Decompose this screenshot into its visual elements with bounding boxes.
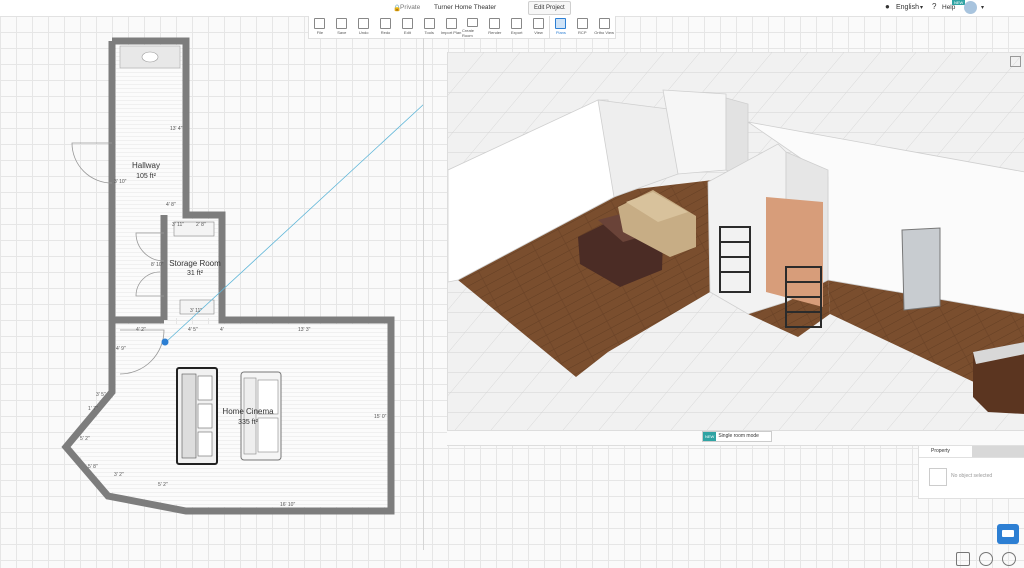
- room-name-storage: Storage Room: [169, 259, 221, 268]
- edit-project-button[interactable]: Edit Project: [528, 1, 571, 15]
- property-panel: Property No object selected: [918, 445, 1024, 499]
- zoom-out-icon[interactable]: [1002, 552, 1016, 566]
- 3d-render-canvas[interactable]: [448, 52, 1024, 430]
- toolbar-import-plan-button[interactable]: Import Plan: [440, 16, 462, 38]
- language-dropdown[interactable]: English: [896, 4, 919, 11]
- tab-secondary[interactable]: [972, 446, 1024, 457]
- export-icon: [511, 18, 523, 29]
- dim-label: 4' 2": [136, 327, 146, 333]
- single-room-mode-label: Single room mode: [718, 433, 759, 439]
- toolbar-export-button[interactable]: Export: [506, 16, 528, 38]
- toolbar-ortho-view-button[interactable]: Ortho View: [593, 16, 615, 38]
- tab-property[interactable]: Property: [919, 446, 972, 457]
- dim-label: 3' 11": [190, 308, 202, 314]
- expand-icon[interactable]: [1010, 56, 1021, 67]
- room-area-cinema: 335 ft²: [238, 419, 259, 426]
- dim-label: 8' 10": [151, 262, 164, 268]
- camera-marker-icon[interactable]: [161, 338, 169, 346]
- toolbar-render-button[interactable]: Render: [484, 16, 506, 38]
- object-thumbnail: [929, 468, 947, 486]
- rcp-icon: [576, 18, 588, 29]
- import-plan-icon: [445, 18, 457, 29]
- project-title: Turner Home Theater: [434, 4, 497, 11]
- tools-icon: [423, 18, 435, 29]
- sofa-dark[interactable]: [176, 367, 218, 465]
- dim-label: 1' 7": [88, 406, 98, 412]
- dim-label: 13' 4": [170, 126, 183, 132]
- dim-label: 16' 10": [280, 502, 295, 508]
- single-room-mode-button[interactable]: NEW Single room mode: [702, 431, 772, 442]
- zoom-in-icon[interactable]: [979, 552, 993, 566]
- plans-icon: [555, 18, 567, 29]
- panel-divider[interactable]: [423, 38, 424, 550]
- avatar[interactable]: [964, 1, 977, 14]
- dim-label: 13' 3": [298, 327, 311, 333]
- 3d-door[interactable]: [901, 227, 941, 311]
- sofa-light[interactable]: [240, 371, 282, 461]
- create-room-icon: [467, 18, 479, 27]
- view-icon: [533, 18, 545, 29]
- dim-label: 4' 9": [116, 346, 126, 352]
- dim-label: 3' 5": [96, 392, 106, 398]
- help-link[interactable]: Help: [942, 4, 955, 11]
- 3d-storage-wall: [766, 197, 823, 307]
- dim-label: 2' 8": [196, 222, 206, 228]
- floor-plan-canvas[interactable]: Hallway 105 ft² Storage Room 31 ft² Home…: [0, 0, 424, 568]
- single-room-new-badge: NEW: [703, 432, 717, 441]
- render-icon: [489, 18, 501, 29]
- no-object-message: No object selected: [951, 473, 993, 479]
- room-name-cinema: Home Cinema: [222, 407, 274, 416]
- dim-label: 5' 2": [158, 482, 168, 488]
- bottom-controls: [956, 552, 1016, 566]
- dim-label: 3' 10": [114, 179, 127, 185]
- chat-assistant-button[interactable]: [997, 524, 1019, 544]
- sink-icon: [141, 51, 159, 63]
- dim-label: 4' 8": [166, 202, 176, 208]
- room-area-storage: 31 ft²: [187, 270, 204, 277]
- dim-label: 3' 11": [172, 222, 184, 228]
- chevron-down-icon: ▾: [920, 5, 924, 11]
- ortho-view-icon: [598, 18, 610, 29]
- dim-label: 5' 8": [88, 464, 98, 470]
- dim-label: 4': [220, 327, 224, 333]
- toolbar-view-button[interactable]: View: [528, 16, 550, 38]
- fit-screen-icon[interactable]: [956, 552, 970, 566]
- room-name-hallway: Hallway: [132, 161, 160, 170]
- 3d-vanity[interactable]: [973, 342, 1024, 414]
- avatar-chevron-icon[interactable]: ▾: [981, 4, 984, 11]
- 3d-view[interactable]: [447, 52, 1024, 430]
- globe-icon: ●: [885, 2, 890, 11]
- dim-label: 3' 2": [114, 472, 124, 478]
- toolbar-create-room-button[interactable]: Create Room: [462, 16, 484, 38]
- toolbar-rcp-button[interactable]: RCP: [571, 16, 593, 38]
- dim-label: 5' 2": [80, 436, 90, 442]
- dim-label: 4' 5": [188, 327, 198, 333]
- help-new-badge: NEW: [952, 0, 966, 5]
- dim-label: 15' 0": [374, 414, 387, 420]
- toolbar-plans-button[interactable]: Plans: [549, 16, 571, 38]
- room-area-hallway: 105 ft²: [136, 173, 157, 180]
- help-icon[interactable]: ?: [932, 2, 936, 11]
